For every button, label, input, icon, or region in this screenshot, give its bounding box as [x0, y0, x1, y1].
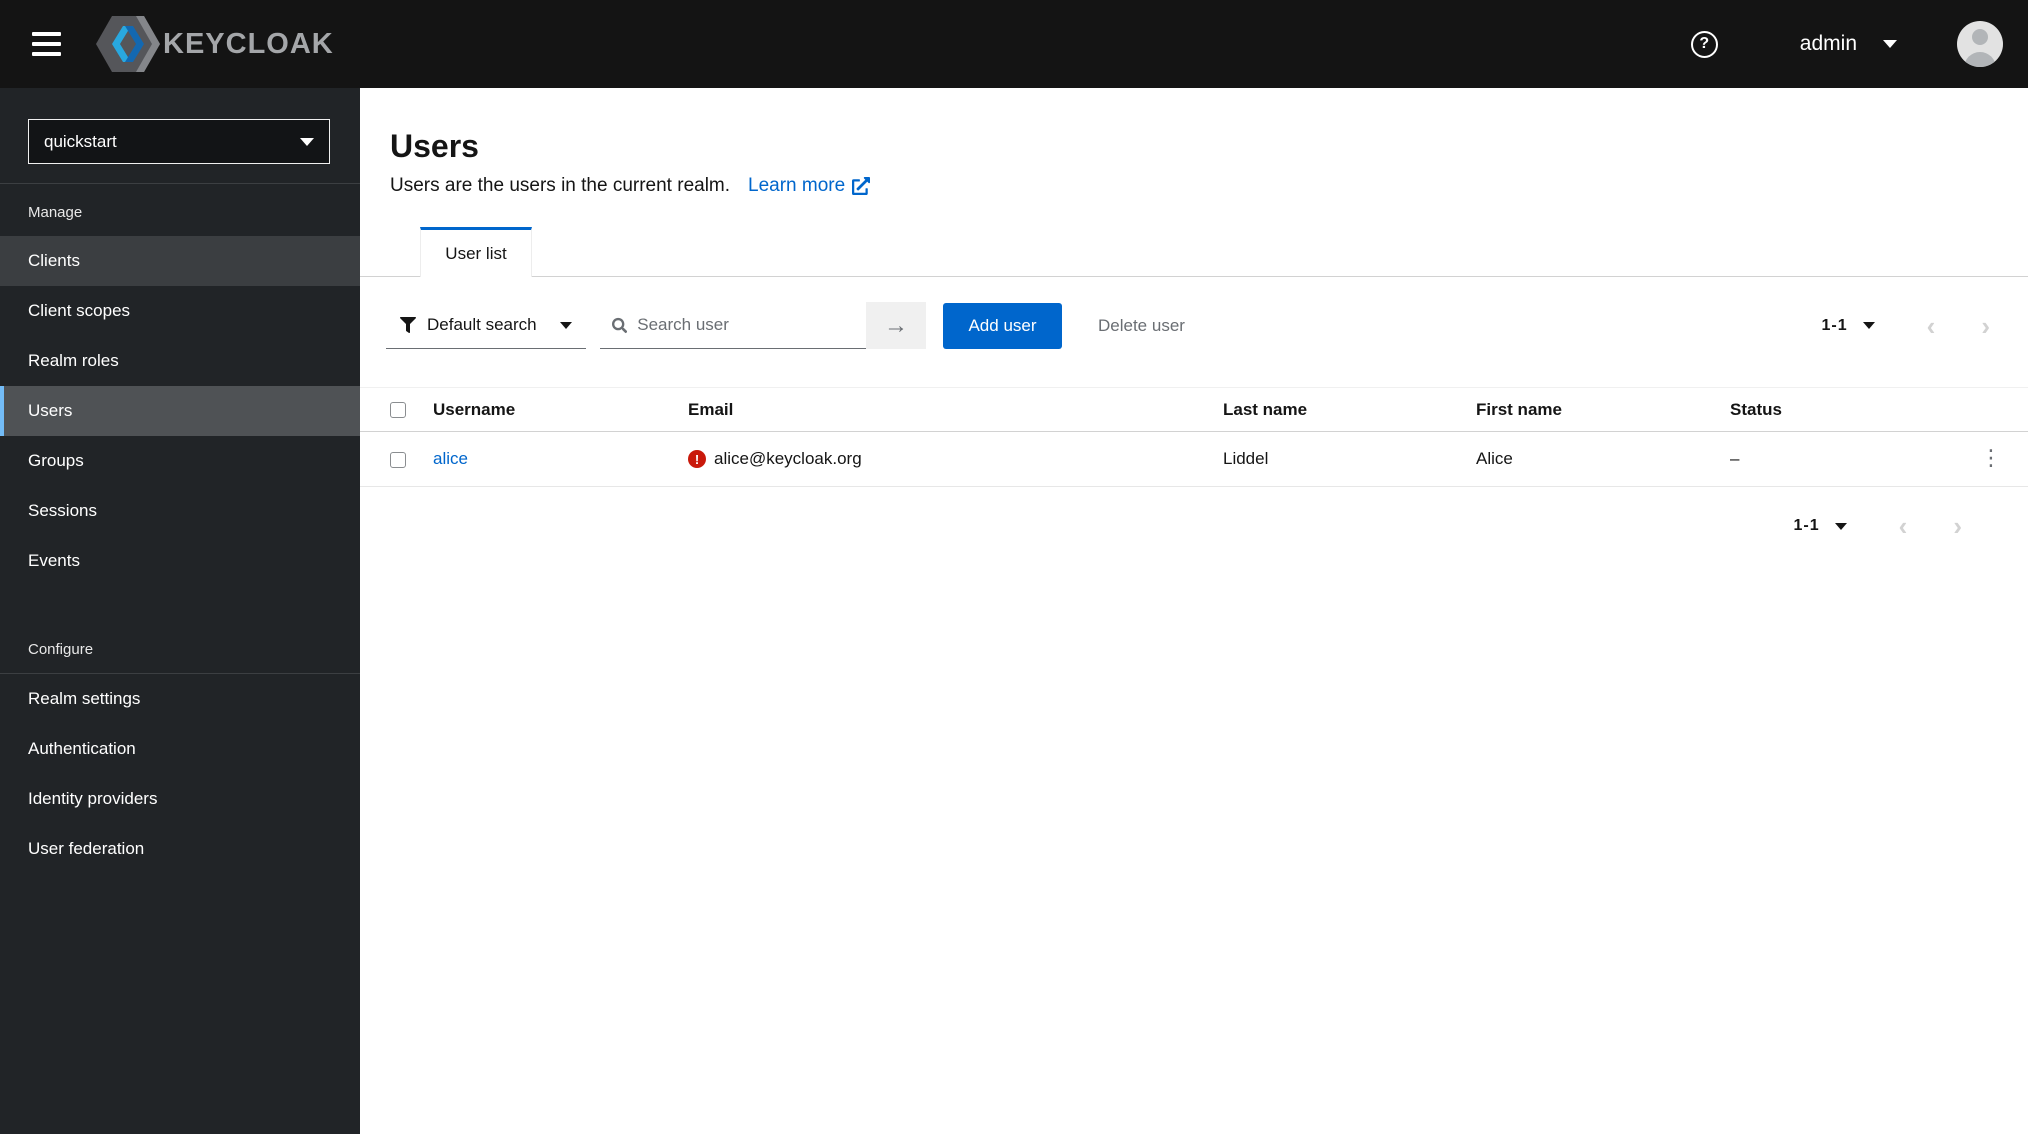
sidebar-item-realm-roles[interactable]: Realm roles [0, 336, 360, 386]
page-description: Users are the users in the current realm… [390, 175, 731, 196]
username-cell: alice [420, 431, 675, 487]
learn-more-label: Learn more [748, 175, 846, 196]
help-icon: ? [1690, 30, 1718, 58]
sidebar-item-identity-providers[interactable]: Identity providers [0, 774, 360, 824]
pagination-bottom: 1-1 ‹ › [360, 513, 2028, 539]
status-cell: – [1717, 431, 1957, 487]
column-header-username: Username [420, 387, 675, 432]
filter-icon [400, 317, 416, 333]
users-table: Username Email Last name First name Stat… [360, 387, 2028, 487]
sidebar-item-client-scopes[interactable]: Client scopes [0, 286, 360, 336]
external-link-icon [852, 177, 871, 195]
nav-section-configure: Configure Realm settings Authentication … [0, 621, 360, 874]
first-name-cell: Alice [1463, 431, 1717, 487]
kebab-menu-button[interactable]: ⋮ [1980, 448, 2002, 470]
column-header-last-name: Last name [1210, 387, 1463, 432]
pagination-top: 1-1 ‹ › [1822, 313, 1990, 339]
nav-list-manage: Clients Client scopes Realm roles Users … [0, 236, 360, 586]
masthead-actions: ? admin [1690, 21, 2003, 67]
username-link[interactable]: alice [433, 449, 468, 468]
sidebar-item-user-federation[interactable]: User federation [0, 824, 360, 874]
pagination-range-toggle[interactable]: 1-1 [1794, 517, 1847, 535]
sidebar-item-events[interactable]: Events [0, 536, 360, 586]
page-header: Users Users are the users in the current… [360, 88, 2028, 197]
user-menu-dropdown[interactable]: admin [1800, 32, 1897, 56]
caret-down-icon [1834, 522, 1847, 530]
row-checkbox[interactable] [390, 451, 406, 468]
column-header-actions [1957, 387, 2028, 432]
help-button[interactable]: ? [1690, 30, 1718, 58]
email-value: alice@keycloak.org [714, 449, 862, 468]
nav-section-manage: Manage Clients Client scopes Realm roles… [0, 184, 360, 586]
page-description-row: Users are the users in the current realm… [390, 175, 2028, 197]
pagination-next-button[interactable]: › [1981, 313, 1990, 339]
nav-list-configure: Realm settings Authentication Identity p… [0, 674, 360, 874]
pagination-prev-button[interactable]: ‹ [1927, 313, 1936, 339]
add-user-button[interactable]: Add user [943, 302, 1062, 349]
keycloak-logo-icon [96, 16, 160, 72]
arrow-right-icon: → [884, 311, 908, 339]
column-header-first-name: First name [1463, 387, 1717, 432]
caret-down-icon [1883, 40, 1897, 48]
search-icon [612, 317, 628, 333]
masthead: KEYCLOAK ? admin [0, 0, 2028, 88]
toolbar: Default search → Add user Delete user 1-… [360, 277, 2028, 349]
pagination-range-toggle[interactable]: 1-1 [1822, 317, 1875, 335]
nav-section-label-manage: Manage [28, 204, 83, 221]
row-actions-cell: ⋮ [1957, 431, 2028, 487]
brand-text: KEYCLOAK [163, 27, 334, 60]
username-label: admin [1799, 32, 1857, 55]
table-row: alice ! alice@keycloak.org Liddel Alice … [360, 431, 2028, 487]
search-submit-button[interactable]: → [866, 302, 926, 349]
keycloak-admin-console: KEYCLOAK ? admin quickstart Manage Clien… [0, 0, 2028, 1134]
search-type-value: Default search [427, 315, 537, 334]
email-invalid-icon: ! [688, 450, 706, 468]
page-title: Users [390, 128, 479, 164]
sidebar-item-clients[interactable]: Clients [0, 236, 360, 286]
column-header-status: Status [1717, 387, 1957, 432]
sidebar: quickstart Manage Clients Client scopes … [0, 88, 360, 1134]
tab-user-list[interactable]: User list [420, 227, 532, 277]
pagination-range: 1-1 [1821, 316, 1848, 334]
sidebar-item-realm-settings[interactable]: Realm settings [0, 674, 360, 724]
last-name-cell: Liddel [1210, 431, 1463, 487]
tab-bar: User list [360, 227, 2028, 277]
sidebar-item-groups[interactable]: Groups [0, 436, 360, 486]
caret-down-icon [560, 321, 572, 329]
global-nav-toggle-button[interactable] [26, 26, 67, 62]
pagination-next-button[interactable]: › [1953, 513, 1962, 539]
pagination-prev-button[interactable]: ‹ [1899, 513, 1908, 539]
column-header-email: Email [675, 387, 1210, 432]
caret-down-icon [1862, 322, 1875, 329]
delete-user-button[interactable]: Delete user [1098, 316, 1185, 336]
pagination-range: 1-1 [1793, 517, 1820, 534]
search-input[interactable] [637, 315, 854, 335]
hamburger-icon [32, 32, 61, 36]
keycloak-logo: KEYCLOAK [95, 15, 334, 73]
tab-bar-lead [360, 227, 420, 277]
avatar[interactable] [1957, 21, 2003, 67]
select-all-checkbox[interactable] [390, 402, 406, 419]
table-header-row: Username Email Last name First name Stat… [360, 387, 2028, 432]
nav-section-label-configure: Configure [28, 641, 94, 658]
search-type-dropdown[interactable]: Default search [386, 303, 586, 349]
main-content: Users Users are the users in the current… [360, 88, 2028, 1134]
search-box [600, 303, 866, 349]
caret-down-icon [300, 137, 314, 146]
realm-selector[interactable]: quickstart [28, 119, 330, 164]
sidebar-item-sessions[interactable]: Sessions [0, 486, 360, 536]
sidebar-item-users[interactable]: Users [0, 386, 360, 436]
learn-more-link[interactable]: Learn more [748, 175, 871, 197]
email-cell: ! alice@keycloak.org [675, 431, 1210, 487]
sidebar-item-authentication[interactable]: Authentication [0, 724, 360, 774]
realm-selector-value: quickstart [44, 131, 117, 151]
tab-bar-rest [532, 227, 2028, 277]
